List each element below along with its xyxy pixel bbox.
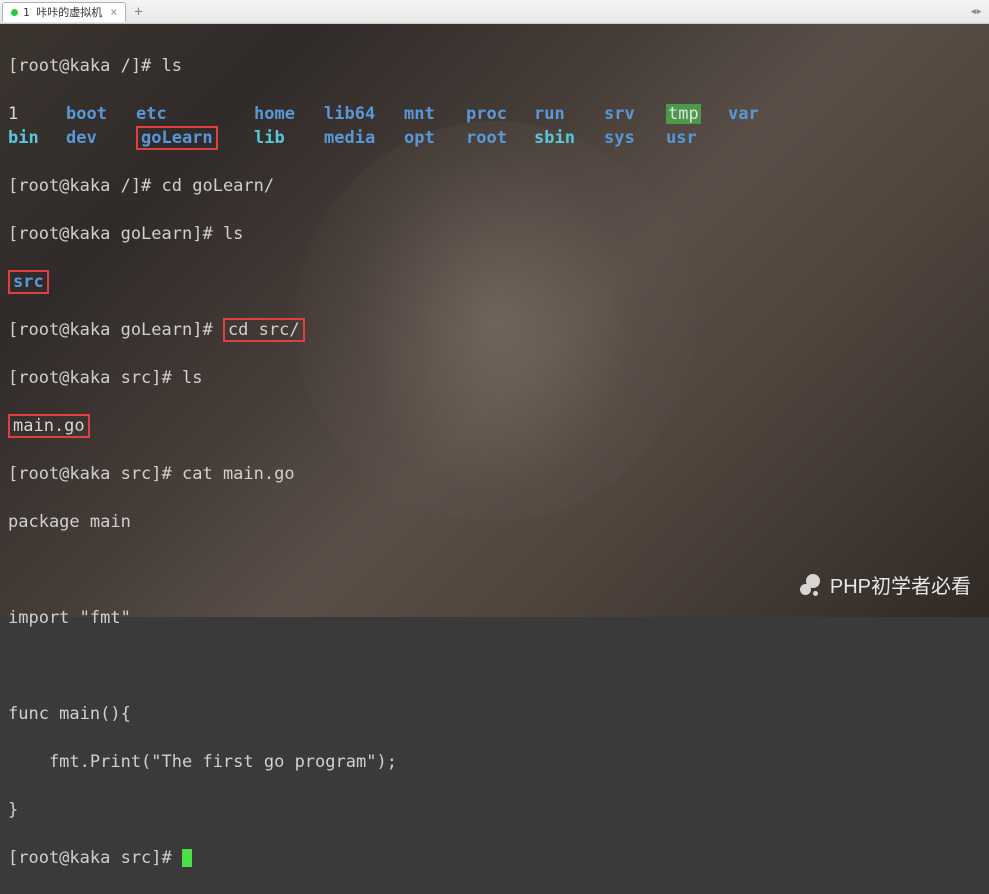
ls-output-src: main.go bbox=[8, 414, 981, 438]
dir-mnt: mnt bbox=[404, 102, 466, 126]
tab-bar: 1 咔咔的虚拟机 × + ◂▸ bbox=[0, 0, 989, 24]
code-line: } bbox=[8, 798, 981, 822]
add-tab-button[interactable]: + bbox=[128, 3, 148, 21]
command-ls: ls bbox=[162, 56, 182, 76]
dir-proc: proc bbox=[466, 102, 534, 126]
command-ls: ls bbox=[223, 224, 243, 244]
dir-run: run bbox=[534, 102, 604, 126]
tab-title: 咔咔的虚拟机 bbox=[36, 4, 102, 20]
status-dot-icon bbox=[11, 9, 18, 16]
dir-srv: srv bbox=[604, 102, 666, 126]
dir-golearn: goLearn bbox=[136, 126, 254, 150]
dir-sbin: sbin bbox=[534, 126, 604, 150]
file-main-go: main.go bbox=[8, 414, 90, 438]
dir-boot: boot bbox=[66, 102, 136, 126]
ls-output-golearn: src bbox=[8, 270, 981, 294]
command-cd-golearn: cd goLearn/ bbox=[162, 176, 275, 196]
dir-root: root bbox=[466, 126, 534, 150]
cursor-icon bbox=[182, 849, 192, 867]
dir-home: home bbox=[254, 102, 324, 126]
prompt: [root@kaka src]# bbox=[8, 368, 182, 388]
dir-media: media bbox=[324, 126, 404, 150]
command-ls: ls bbox=[182, 368, 202, 388]
wechat-icon bbox=[796, 572, 822, 598]
dir-bin: bin bbox=[8, 126, 66, 150]
tab-index: 1 bbox=[23, 6, 30, 19]
code-line: func main(){ bbox=[8, 702, 981, 726]
prompt: [root@kaka goLearn]# bbox=[8, 320, 223, 340]
tab-menu-icon[interactable]: ◂▸ bbox=[969, 4, 981, 19]
dir-etc: etc bbox=[136, 102, 254, 126]
ls-output-root: 1bootetchomelib64mntprocrunsrvtmpvar bin… bbox=[8, 102, 981, 150]
code-line: package main bbox=[8, 510, 981, 534]
prompt: [root@kaka goLearn]# bbox=[8, 224, 223, 244]
dir-lib: lib bbox=[254, 126, 324, 150]
terminal-output[interactable]: [root@kaka /]# ls 1bootetchomelib64mntpr… bbox=[0, 24, 989, 617]
code-line: fmt.Print("The first go program"); bbox=[8, 750, 981, 774]
command-cd-src: cd src/ bbox=[223, 318, 305, 342]
command-cat: cat main.go bbox=[182, 464, 295, 484]
dir-src: src bbox=[8, 270, 49, 294]
dir-usr: usr bbox=[666, 126, 728, 150]
dir-lib64: lib64 bbox=[324, 102, 404, 126]
prompt: [root@kaka /]# bbox=[8, 56, 162, 76]
dir-sys: sys bbox=[604, 126, 666, 150]
close-icon[interactable]: × bbox=[110, 5, 117, 19]
code-line bbox=[8, 654, 981, 678]
prompt: [root@kaka /]# bbox=[8, 176, 162, 196]
file-1: 1 bbox=[8, 102, 66, 126]
watermark-text: PHP初学者必看 bbox=[830, 570, 971, 599]
dir-tmp: tmp bbox=[666, 102, 728, 126]
prompt: [root@kaka src]# bbox=[8, 464, 182, 484]
prompt: [root@kaka src]# bbox=[8, 848, 182, 868]
tab-active[interactable]: 1 咔咔的虚拟机 × bbox=[2, 2, 126, 22]
dir-dev: dev bbox=[66, 126, 136, 150]
dir-opt: opt bbox=[404, 126, 466, 150]
watermark: PHP初学者必看 bbox=[796, 570, 971, 599]
code-line: import "fmt" bbox=[8, 606, 981, 630]
dir-var: var bbox=[728, 102, 778, 126]
